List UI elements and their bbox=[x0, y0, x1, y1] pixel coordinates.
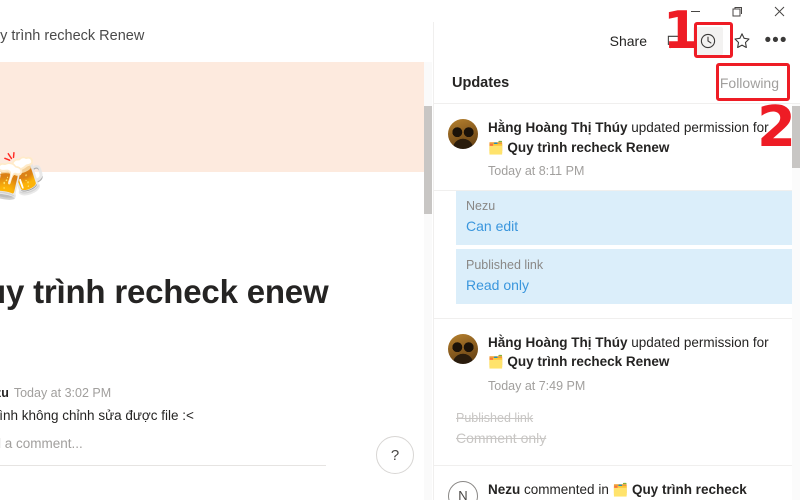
permission-revoked: Published link Comment only bbox=[456, 409, 792, 449]
permission-level: Can edit bbox=[466, 216, 782, 237]
update-verb: commented in bbox=[524, 482, 609, 497]
updates-header: Updates Following bbox=[434, 62, 800, 104]
permission-target: Published link bbox=[456, 409, 792, 428]
comment-timestamp: Today at 3:02 PM bbox=[14, 386, 111, 400]
window-minimize-button[interactable] bbox=[674, 0, 716, 22]
window-titlebar bbox=[432, 0, 800, 22]
permission-level: Comment only bbox=[456, 428, 792, 449]
avatar bbox=[448, 119, 478, 149]
update-item[interactable]: Hằng Hoàng Thị Thúy updated permission f… bbox=[434, 104, 792, 191]
add-comment-placeholder: dd a comment... bbox=[0, 436, 326, 451]
avatar: N bbox=[448, 481, 478, 500]
update-timestamp: Today at 7:49 PM bbox=[488, 379, 778, 393]
file-emoji-icon: 🗂️ bbox=[613, 483, 629, 497]
update-description: Nezu commented in 🗂️ Quy trình recheck R… bbox=[488, 480, 778, 500]
document-pane: uy trình recheck Renew 🍻 uy trình rechec… bbox=[0, 0, 432, 500]
updates-list: Hằng Hoàng Thị Thúy updated permission f… bbox=[434, 104, 792, 500]
update-verb: updated permission for bbox=[631, 335, 768, 350]
help-question-icon: ? bbox=[391, 447, 399, 464]
update-content: Hằng Hoàng Thị Thúy updated permission f… bbox=[488, 333, 778, 393]
update-actor-name: Nezu bbox=[488, 482, 520, 497]
update-timestamp: Today at 8:11 PM bbox=[488, 164, 778, 178]
update-description: Hằng Hoàng Thị Thúy updated permission f… bbox=[488, 333, 778, 372]
comment-meta: ezu Today at 3:02 PM bbox=[0, 386, 408, 400]
permission-box: Published link Read only bbox=[456, 249, 792, 304]
help-button[interactable]: ? bbox=[376, 436, 414, 474]
add-comment-input[interactable]: dd a comment... bbox=[0, 436, 326, 466]
permission-target: Nezu bbox=[466, 197, 782, 216]
app-window: uy trình recheck Renew 🍻 uy trình rechec… bbox=[0, 0, 800, 500]
permission-level: Read only bbox=[466, 275, 782, 296]
file-emoji-icon: 🗂️ bbox=[488, 141, 504, 155]
minimize-icon bbox=[690, 6, 701, 17]
update-document-name[interactable]: Quy trình recheck Renew bbox=[507, 354, 669, 369]
document-scrollbar-thumb[interactable] bbox=[424, 106, 432, 214]
divider bbox=[434, 304, 792, 319]
document-cover-banner bbox=[0, 62, 424, 172]
share-button[interactable]: Share bbox=[610, 33, 647, 49]
update-content: Hằng Hoàng Thị Thúy updated permission f… bbox=[488, 118, 778, 178]
permission-target: Published link bbox=[466, 256, 782, 275]
restore-icon bbox=[732, 6, 743, 17]
update-item[interactable]: N Nezu commented in 🗂️ Quy trình recheck… bbox=[434, 466, 792, 500]
avatar bbox=[448, 334, 478, 364]
file-emoji-icon: 🗂️ bbox=[488, 355, 504, 369]
more-options-icon[interactable]: ••• bbox=[761, 27, 791, 55]
beer-mugs-emoji-icon: 🍻 bbox=[0, 155, 46, 203]
comment-body-text: Mình không chỉnh sửa được file :< bbox=[0, 408, 408, 423]
update-description: Hằng Hoàng Thị Thúy updated permission f… bbox=[488, 118, 778, 157]
update-actor-name: Hằng Hoàng Thị Thúy bbox=[488, 335, 628, 350]
window-close-button[interactable] bbox=[758, 0, 800, 22]
avatar-initial: N bbox=[458, 488, 467, 500]
divider bbox=[434, 449, 792, 466]
following-button[interactable]: Following bbox=[714, 72, 785, 94]
updates-panel: Share ••• Updates bbox=[433, 0, 800, 500]
window-restore-button[interactable] bbox=[716, 0, 758, 22]
more-options-glyph: ••• bbox=[765, 35, 788, 46]
command-bar: Share ••• bbox=[434, 22, 800, 60]
permission-group: Published link Comment only bbox=[434, 409, 792, 466]
close-icon bbox=[774, 6, 785, 17]
document-heading: uy trình recheck enew bbox=[0, 272, 406, 312]
document-comment: ezu Today at 3:02 PM Mình không chỉnh sửa… bbox=[0, 386, 408, 423]
update-document-name[interactable]: Quy trình recheck Renew bbox=[507, 140, 669, 155]
permission-box: Nezu Can edit bbox=[456, 190, 792, 245]
updates-title: Updates bbox=[452, 75, 509, 91]
permission-group: Nezu Can edit Published link Read only bbox=[434, 190, 792, 319]
update-content: Nezu commented in 🗂️ Quy trình recheck R… bbox=[488, 480, 778, 500]
update-item[interactable]: Hằng Hoàng Thị Thúy updated permission f… bbox=[434, 319, 792, 397]
document-title-breadcrumb[interactable]: uy trình recheck Renew bbox=[0, 28, 144, 44]
comment-author: ezu bbox=[0, 386, 9, 400]
star-favorite-icon[interactable] bbox=[727, 27, 757, 55]
update-verb: updated permission for bbox=[631, 120, 768, 135]
comments-icon[interactable] bbox=[659, 27, 689, 55]
updates-scrollbar-thumb[interactable] bbox=[792, 106, 800, 168]
update-actor-name: Hằng Hoàng Thị Thúy bbox=[488, 120, 628, 135]
document-topbar: uy trình recheck Renew bbox=[0, 0, 432, 63]
activity-clock-icon[interactable] bbox=[693, 27, 723, 55]
